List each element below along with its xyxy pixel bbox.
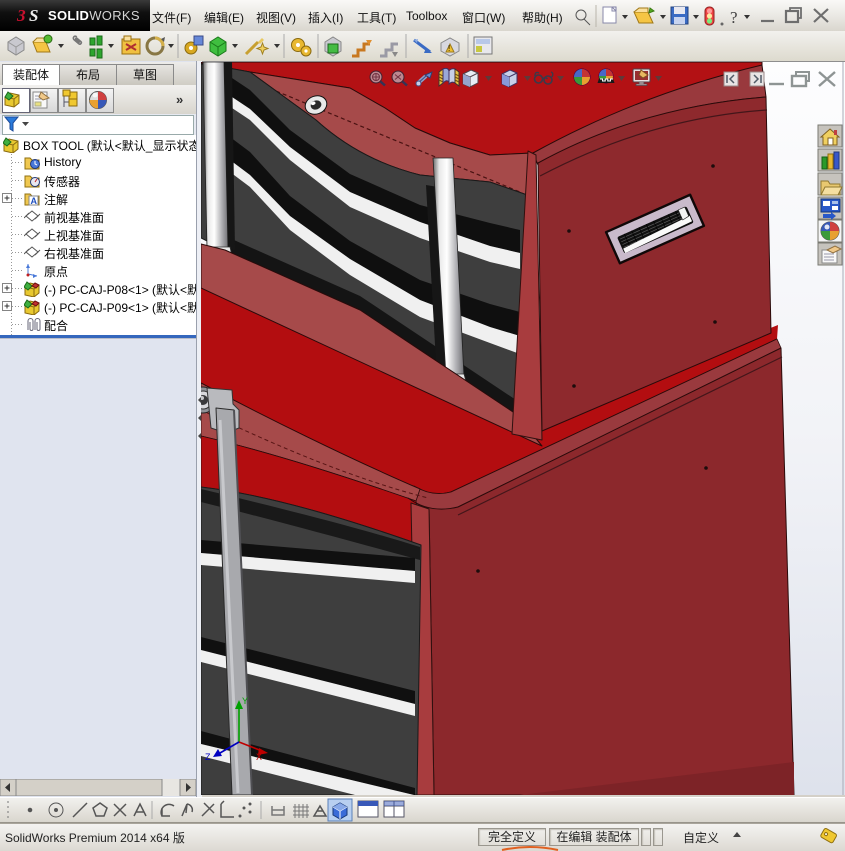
svg-text:?: ? [730, 8, 738, 27]
svg-text:!: ! [448, 44, 450, 53]
svg-text:»: » [176, 92, 183, 107]
svg-text:A: A [31, 196, 38, 206]
svg-text:X: X [256, 752, 262, 762]
svg-text:Z: Z [205, 752, 211, 762]
svg-text:S: S [29, 6, 38, 25]
svg-text:Y: Y [242, 696, 248, 706]
svg-text:SOLIDWORKS: SOLIDWORKS [48, 8, 140, 23]
svg-text:З: З [16, 6, 26, 25]
